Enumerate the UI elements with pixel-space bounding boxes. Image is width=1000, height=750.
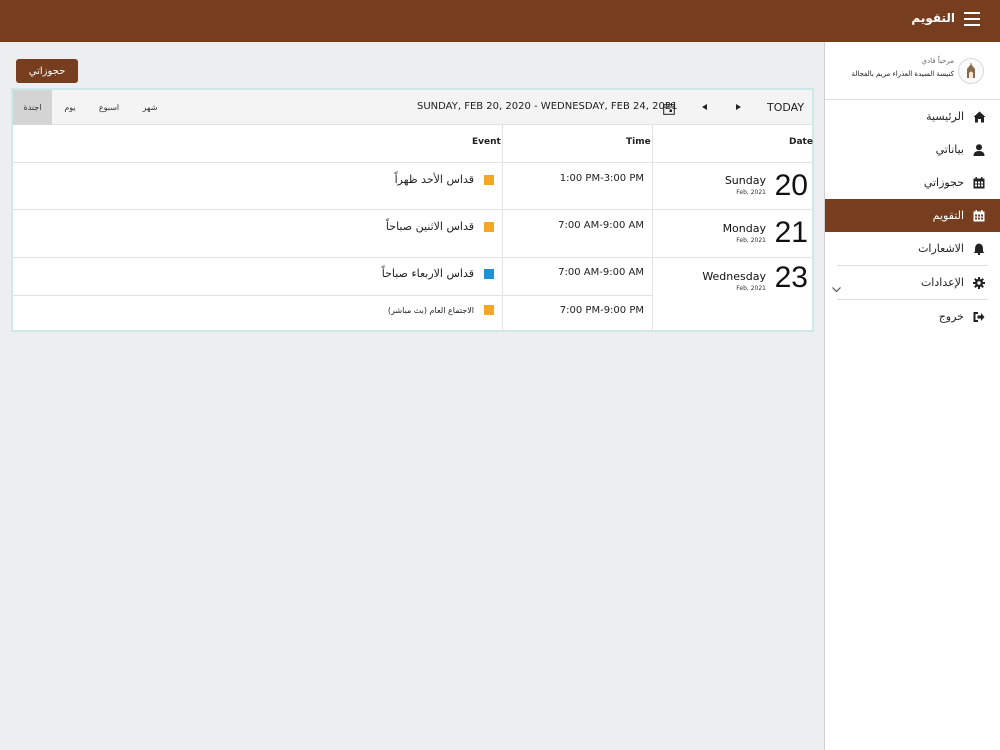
sidebar-item-label: خروج (938, 310, 964, 323)
top-bar: التقويم (0, 0, 1000, 42)
date-weekday: Monday (722, 222, 766, 235)
sidebar-item-notifications[interactable]: الاشعارات (825, 232, 1000, 265)
date-month: Feb, 2021 (736, 237, 766, 244)
sidebar-item-label: الإعدادات (920, 276, 964, 289)
agenda-calendar: اجندة يوم اسبوع شهر SUNDAY, FEB 20, 2020… (11, 88, 814, 332)
event-title: قداس الأحد ظهراً (394, 173, 474, 186)
event-item[interactable]: الاجتماع العام (بث مباشر) (388, 305, 494, 315)
tab-month[interactable]: شهر (133, 90, 167, 125)
agenda-date-cell: 21 Monday Feb, 2021 (653, 210, 812, 257)
event-time: 1:00 PM-3:00 PM (559, 173, 644, 184)
church-logo-icon (967, 63, 975, 78)
column-header-time: Time (626, 137, 651, 147)
tab-agenda[interactable]: اجندة (13, 90, 52, 125)
my-reservations-button[interactable]: حجوزاتي (16, 59, 78, 83)
sidebar-item-label: الاشعارات (918, 242, 964, 255)
bell-icon (972, 242, 986, 256)
gear-icon (972, 276, 986, 290)
event-time: 7:00 AM-9:00 AM (558, 267, 644, 278)
next-arrow-icon[interactable] (736, 104, 741, 110)
date-month: Feb, 2021 (736, 189, 766, 196)
column-header-date: Date (789, 137, 813, 147)
date-picker-icon[interactable] (663, 100, 676, 115)
agenda-header-row: Event Time Date (13, 125, 813, 163)
home-icon (972, 110, 986, 124)
event-time: 7:00 AM-9:00 AM (558, 220, 644, 231)
profile-header: مرحباً فادي كنيسة السيدة العذراء مريم با… (825, 42, 1000, 100)
event-title: قداس الاربعاء صباحاً (381, 267, 474, 280)
date-range-label: SUNDAY, FEB 20, 2020 - WEDNESDAY, FEB 24… (417, 101, 678, 112)
event-title: الاجتماع العام (بث مباشر) (387, 305, 474, 315)
user-icon (972, 143, 986, 157)
event-color-swatch (484, 174, 494, 185)
calendar-icon (972, 209, 986, 223)
event-item[interactable]: قداس الاثنين صباحاً (386, 220, 494, 233)
column-header-event: Event (472, 137, 501, 147)
sidebar-item-settings[interactable]: الإعدادات (825, 266, 1000, 299)
chevron-down-icon[interactable] (832, 278, 841, 293)
sidebar-item-label: التقويم (932, 209, 964, 222)
hamburger-icon[interactable] (964, 12, 980, 28)
page-title: التقويم (911, 11, 955, 25)
date-number: 20 (774, 169, 808, 202)
event-time: 7:00 PM-9:00 PM (559, 305, 644, 316)
event-title: قداس الاثنين صباحاً (385, 220, 474, 233)
event-color-swatch (484, 305, 494, 315)
date-weekday: Wednesday (702, 270, 766, 283)
logout-icon (972, 310, 986, 324)
sidebar-item-profile[interactable]: بياناتي (825, 133, 1000, 166)
tab-day[interactable]: يوم (53, 90, 87, 125)
agenda-date-cell: 20 Sunday Feb, 2021 (653, 164, 812, 210)
sidebar-item-label: الرئيسية (926, 110, 964, 123)
sidebar-item-reservations[interactable]: حجوزاتي (825, 166, 1000, 199)
divider (13, 295, 653, 296)
sidebar-item-home[interactable]: الرئيسية (825, 100, 1000, 133)
avatar (958, 58, 984, 84)
date-number: 21 (774, 216, 808, 249)
greeting-text: مرحباً فادي (921, 57, 954, 65)
event-color-swatch (484, 221, 494, 232)
sidebar-item-label: حجوزاتي (923, 176, 964, 189)
church-name: كنيسة السيدة العذراء مريم بالفجالة (851, 70, 955, 78)
agenda-date-cell: 23 Wednesday Feb, 2021 (653, 258, 812, 332)
date-month: Feb, 2021 (736, 285, 766, 292)
sidebar: مرحباً فادي كنيسة السيدة العذراء مريم با… (824, 42, 1000, 750)
sidebar-item-calendar[interactable]: التقويم (825, 199, 1000, 232)
calendar-toolbar: اجندة يوم اسبوع شهر SUNDAY, FEB 20, 2020… (13, 90, 812, 125)
sidebar-item-logout[interactable]: خروج (825, 300, 1000, 333)
divider (502, 125, 503, 332)
tab-week[interactable]: اسبوع (91, 90, 127, 125)
event-color-swatch (484, 268, 494, 279)
today-button[interactable]: TODAY (767, 101, 804, 114)
event-item[interactable]: قداس الاربعاء صباحاً (382, 267, 494, 280)
date-number: 23 (774, 261, 808, 294)
date-weekday: Sunday (724, 174, 766, 187)
previous-arrow-icon[interactable] (702, 104, 707, 110)
calendar-icon (972, 176, 986, 190)
sidebar-item-label: بياناتي (935, 143, 964, 156)
event-item[interactable]: قداس الأحد ظهراً (395, 173, 494, 186)
